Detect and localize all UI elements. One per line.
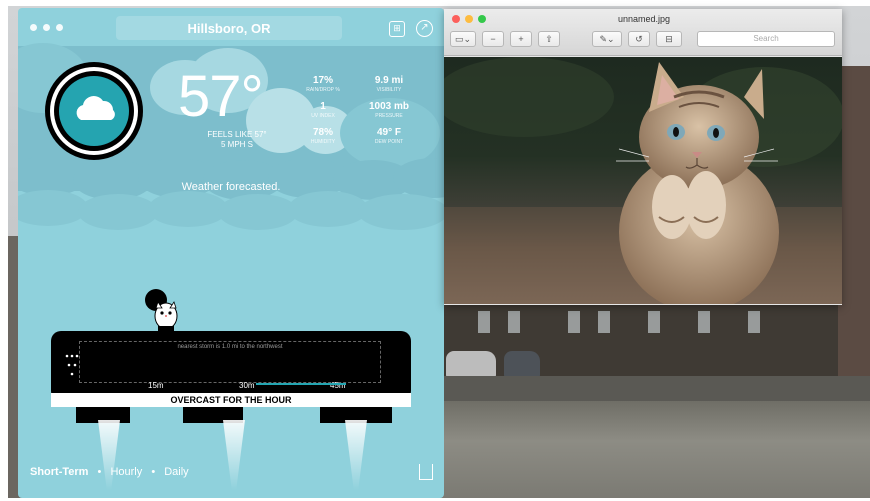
markup-pen-button[interactable]: ✎⌄ [592,31,622,47]
close-button[interactable] [452,15,460,23]
tick-15m: 15m [148,381,164,390]
close-dot-icon[interactable] [30,24,37,31]
sidebar-toggle-button[interactable]: ▭⌄ [450,31,476,47]
zoom-out-button[interactable]: − [482,31,504,47]
mascot-cat-icon [144,288,178,334]
stat-uv: 1 UV INDEX [311,101,335,119]
minute-forecast-bar: nearest storm is 1.0 mi to the northwest… [51,331,411,401]
tab-short-term[interactable]: Short-Term [30,466,88,478]
kitten-photo [444,57,842,304]
stat-pressure: 1003 mb PRESSURE [368,101,410,119]
preview-title: unnamed.jpg [617,14,671,24]
zoom-dot-icon[interactable] [56,24,63,31]
preview-window: unnamed.jpg ▭⌄ − + ⇧ ✎⌄ ↺ ⊟ Search [444,9,842,305]
hour-summary: OVERCAST FOR THE HOUR [51,393,411,407]
cloud-icon [59,76,129,146]
minimize-button[interactable] [465,15,473,23]
search-field[interactable]: Search [697,31,835,47]
rain-drops-icon [65,353,79,383]
tick-30m: 30m [239,381,255,390]
feels-like: FEELS LIKE 57° [207,130,267,139]
tab-hourly[interactable]: Hourly [110,466,142,478]
toolbox-button[interactable]: ⊟ [656,31,682,47]
zoom-button[interactable] [478,15,486,23]
weather-summary: Weather forecasted. [181,181,281,193]
precip-graph: nearest storm is 1.0 mi to the northwest [79,341,381,383]
map-icon[interactable]: ⊞ [389,21,405,37]
wind-speed: 5 MPH S [220,140,253,149]
stat-visibility: 9.9 mi VISIBILITY [374,75,404,93]
share-icon[interactable] [419,464,433,480]
current-temperature: 57° [178,64,264,129]
precip-line [256,383,346,385]
preview-titlebar: unnamed.jpg ▭⌄ − + ⇧ ✎⌄ ↺ ⊟ Search [444,9,842,56]
feels-like-text: FEELS LIKE 57° 5 MPH S [182,130,292,150]
rotate-button[interactable]: ↺ [628,31,650,47]
weather-app-window: Hillsboro, OR ⊞ ↗ 57° FEELS LIKE 57° 5 M… [18,8,444,498]
tab-daily[interactable]: Daily [164,466,188,478]
stat-humidity: 78% HUMIDITY [310,127,336,145]
stat-dew-point: 49° F DEW POINT [374,127,404,145]
location-title: Hillsboro, OR [187,21,271,36]
share-button[interactable]: ⇧ [538,31,560,47]
compass-icon[interactable]: ↗ [416,20,433,37]
weather-titlebar: Hillsboro, OR ⊞ ↗ [18,8,444,46]
forecast-tabs: Short-Term • Hourly • Daily [30,466,189,478]
nearest-storm-note: nearest storm is 1.0 mi to the northwest [177,344,283,350]
zoom-in-button[interactable]: + [510,31,532,47]
minimize-dot-icon[interactable] [43,24,50,31]
stat-precip: 17% RAIN/DROP % [306,75,340,93]
